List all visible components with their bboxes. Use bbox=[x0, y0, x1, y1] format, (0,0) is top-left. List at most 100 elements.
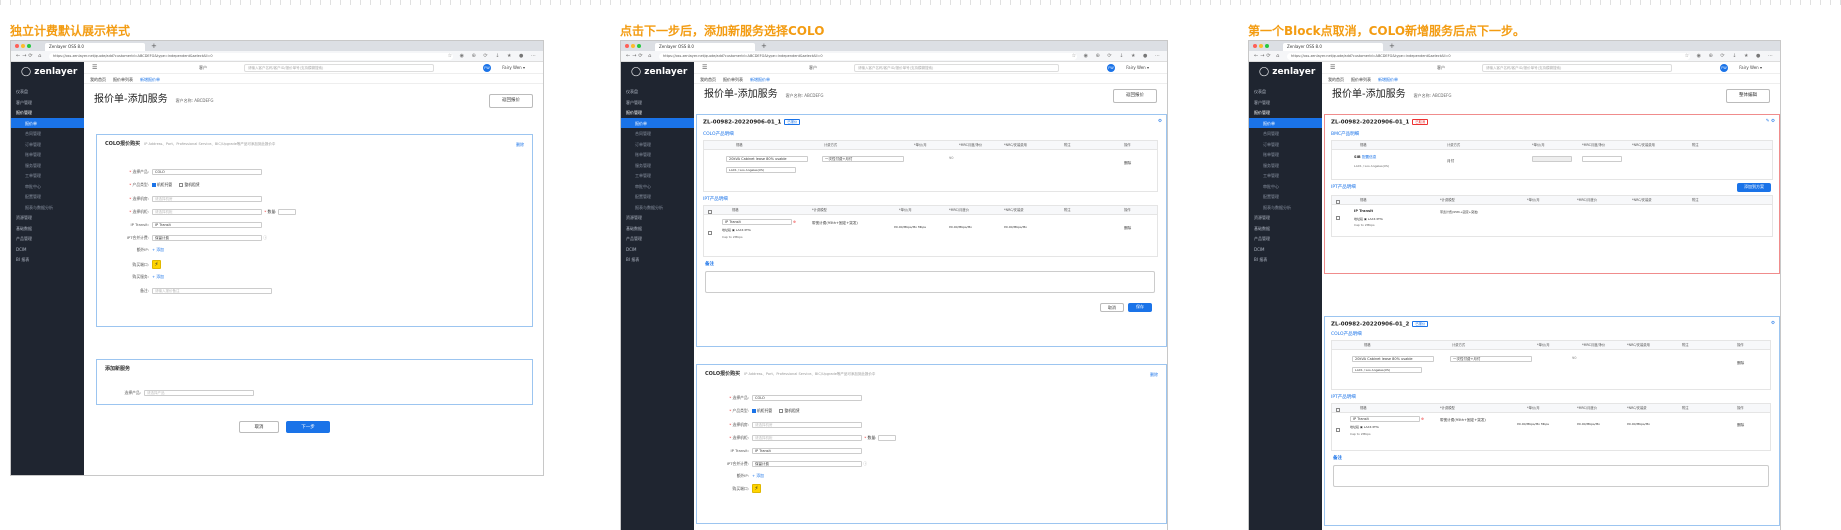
ipt-row-checkbox[interactable] bbox=[1336, 216, 1340, 220]
back-button[interactable]: 返回报价 bbox=[1113, 89, 1157, 103]
sidebar-item[interactable]: DCIM bbox=[621, 244, 694, 255]
ipt-billing-select[interactable]: 保留计费 bbox=[152, 235, 262, 241]
sidebar-item[interactable]: 账单管理 bbox=[621, 149, 694, 160]
ipt-billing-select[interactable]: 保留计费 bbox=[752, 461, 862, 467]
block-save-button[interactable]: 保存 bbox=[1128, 303, 1152, 312]
sidebar-item[interactable]: 仪表盘 bbox=[11, 86, 84, 97]
sidebar-item[interactable]: 产品管理 bbox=[1249, 233, 1322, 244]
sidebar-item-active[interactable]: 报价单 bbox=[1249, 117, 1322, 128]
tab-quote-list[interactable]: 报价单列表 bbox=[1351, 77, 1371, 82]
sidebar-item[interactable]: 报表与数据分析 bbox=[11, 202, 84, 213]
sidebar-item[interactable]: 资源管理 bbox=[621, 212, 694, 223]
url-field[interactable]: https://oss.zenlayer.net/quote/add?custo… bbox=[49, 53, 453, 60]
billing-select[interactable]: 一次性付费+月付 bbox=[822, 156, 904, 162]
avatar[interactable]: FW bbox=[1720, 64, 1728, 72]
user-menu[interactable]: Fairy Wen ▾ bbox=[1739, 65, 1762, 70]
sidebar-item[interactable]: 基础数据 bbox=[1249, 223, 1322, 234]
remark-textarea[interactable] bbox=[705, 271, 1155, 293]
back-button[interactable]: 整体编辑 bbox=[1726, 89, 1770, 103]
sidebar-item[interactable]: DCIM bbox=[11, 244, 84, 255]
avatar[interactable]: FW bbox=[1107, 64, 1115, 72]
url-field[interactable]: https://oss.zenlayer.net/quote/add?custo… bbox=[1287, 53, 1690, 60]
global-search-input[interactable]: 请输入客户名称/客户ID/报价单号(支持模糊搜索) bbox=[1482, 64, 1672, 72]
sidebar-item[interactable]: 仪表盘 bbox=[1249, 86, 1322, 97]
sidebar-item[interactable]: 订单管理 bbox=[11, 139, 84, 150]
sidebar-item[interactable]: 订单管理 bbox=[621, 139, 694, 150]
sidebar-item[interactable]: 报价管理 bbox=[621, 107, 694, 118]
sidebar-item[interactable]: 合同管理 bbox=[1249, 128, 1322, 139]
type-checkbox-2[interactable] bbox=[179, 183, 184, 187]
remark-textarea[interactable] bbox=[1333, 465, 1769, 487]
sidebar-item[interactable]: 基础数据 bbox=[11, 223, 84, 234]
menu-toggle-icon[interactable]: ☰ bbox=[1330, 64, 1335, 72]
sidebar-item[interactable]: 客户管理 bbox=[1249, 97, 1322, 108]
browser-tab[interactable]: Zenlayer OSS 8.0 bbox=[655, 43, 755, 51]
sidebar-item[interactable]: BI 报表 bbox=[621, 254, 694, 265]
remark-input[interactable]: 请输入报价备注 bbox=[152, 288, 272, 294]
type-checkbox-2[interactable] bbox=[779, 409, 784, 413]
next-button[interactable]: 下一步 bbox=[286, 421, 330, 433]
quantity-input[interactable] bbox=[277, 209, 296, 215]
port-bolt-icon[interactable]: ⚡ bbox=[152, 260, 161, 269]
sidebar-item[interactable]: 资源管理 bbox=[11, 212, 84, 223]
new-tab-icon[interactable]: + bbox=[761, 42, 767, 51]
avatar[interactable]: FW bbox=[483, 64, 491, 72]
tab-add-quote[interactable]: 新增报价单 bbox=[140, 77, 160, 82]
type-checkbox-1[interactable] bbox=[752, 409, 756, 413]
sidebar-item[interactable]: 报价管理 bbox=[11, 107, 84, 118]
sidebar-item[interactable]: BI 报表 bbox=[11, 254, 84, 265]
row-delete-link[interactable]: 删除 bbox=[1737, 361, 1744, 365]
block-cancel-button[interactable]: 取消 bbox=[1100, 303, 1124, 312]
menu-toggle-icon[interactable]: ☰ bbox=[702, 64, 707, 72]
sidebar-item[interactable]: 报表与数据分析 bbox=[1249, 202, 1322, 213]
cabinet-spec-select[interactable]: 20kVA Cabinet lease 80% usable bbox=[1352, 356, 1434, 362]
sidebar-item[interactable]: 产品管理 bbox=[621, 233, 694, 244]
delete-link[interactable]: 删除 bbox=[516, 142, 524, 147]
block-edit-icon[interactable]: ✎ ⚙ bbox=[1766, 119, 1775, 125]
sidebar-item[interactable]: 工单管理 bbox=[621, 170, 694, 181]
browser-tab[interactable]: Zenlayer OSS 8.0 bbox=[1283, 43, 1383, 51]
sidebar-item[interactable]: 工单管理 bbox=[11, 170, 84, 181]
tab-home[interactable]: 我的首页 bbox=[90, 77, 106, 82]
browser-toolbar-icons[interactable]: ☆ ◉ ⊕ ⟳ ↓ ★ ● ⋯ bbox=[1685, 53, 1776, 59]
sidebar-item[interactable]: 报表与数据分析 bbox=[621, 202, 694, 213]
sidebar-item[interactable]: 产品管理 bbox=[11, 233, 84, 244]
room-select[interactable]: 请选择机房 bbox=[752, 422, 862, 428]
new-tab-icon[interactable]: + bbox=[1389, 42, 1395, 51]
new-tab-icon[interactable]: + bbox=[151, 42, 157, 51]
add-extra-ip-link[interactable]: + 添加 bbox=[152, 247, 164, 252]
ipt-delete-link[interactable]: 删除 bbox=[1737, 423, 1744, 427]
tab-home[interactable]: 我的首页 bbox=[1328, 77, 1344, 82]
browser-nav-icons[interactable]: ←→⟳ ⌂ bbox=[16, 53, 43, 59]
add-product-select[interactable]: 请选择产品 bbox=[144, 390, 254, 396]
ipt-row-checkbox[interactable] bbox=[708, 231, 712, 235]
ip-transit-select[interactable]: IP Transit bbox=[752, 448, 862, 454]
menu-toggle-icon[interactable]: ☰ bbox=[92, 64, 97, 72]
sidebar-item[interactable]: 账单管理 bbox=[11, 149, 84, 160]
product-select[interactable]: COLO bbox=[752, 395, 862, 401]
sidebar-item[interactable]: 审批中心 bbox=[11, 181, 84, 192]
sidebar-item[interactable]: 资源管理 bbox=[1249, 212, 1322, 223]
type-checkbox-1[interactable] bbox=[152, 183, 156, 187]
browser-toolbar-icons[interactable]: ☆ ◉ ⊕ ⟳ ↓ ★ ● ⋯ bbox=[1072, 53, 1163, 59]
bmc-price-input[interactable] bbox=[1532, 156, 1572, 162]
add-to-plan-button[interactable]: 添加到方案 bbox=[1737, 183, 1771, 192]
block-edit-icon[interactable]: ⚙ bbox=[1158, 119, 1162, 125]
ipt-product-select[interactable]: IP Transit bbox=[1350, 416, 1420, 422]
user-menu[interactable]: Fairy Wen ▾ bbox=[1126, 65, 1149, 70]
sidebar-item[interactable]: 客户管理 bbox=[11, 97, 84, 108]
cabinet-spec-select[interactable]: 20kVA Cabinet lease 80% usable bbox=[726, 156, 808, 162]
browser-nav-icons[interactable]: ←→⟳ ⌂ bbox=[1254, 53, 1281, 59]
tab-add-quote[interactable]: 新增报价单 bbox=[1378, 77, 1398, 82]
sidebar-item[interactable]: 合同管理 bbox=[11, 128, 84, 139]
sidebar-item[interactable]: 工单管理 bbox=[1249, 170, 1322, 181]
port-bolt-icon[interactable]: ⚡ bbox=[752, 484, 761, 493]
quantity-input[interactable] bbox=[877, 435, 896, 441]
row-delete-link[interactable]: 删除 bbox=[1124, 161, 1131, 165]
billing-select[interactable]: 一次性付费+月付 bbox=[1450, 356, 1532, 362]
customer-select[interactable]: 客户 bbox=[199, 65, 207, 70]
sidebar-item[interactable]: 服务管理 bbox=[621, 160, 694, 171]
sidebar-item[interactable]: 订单管理 bbox=[1249, 139, 1322, 150]
cabinet-select[interactable]: 请选择机柜 bbox=[752, 435, 862, 441]
ipt-product-select[interactable]: IP Transit bbox=[722, 219, 792, 225]
